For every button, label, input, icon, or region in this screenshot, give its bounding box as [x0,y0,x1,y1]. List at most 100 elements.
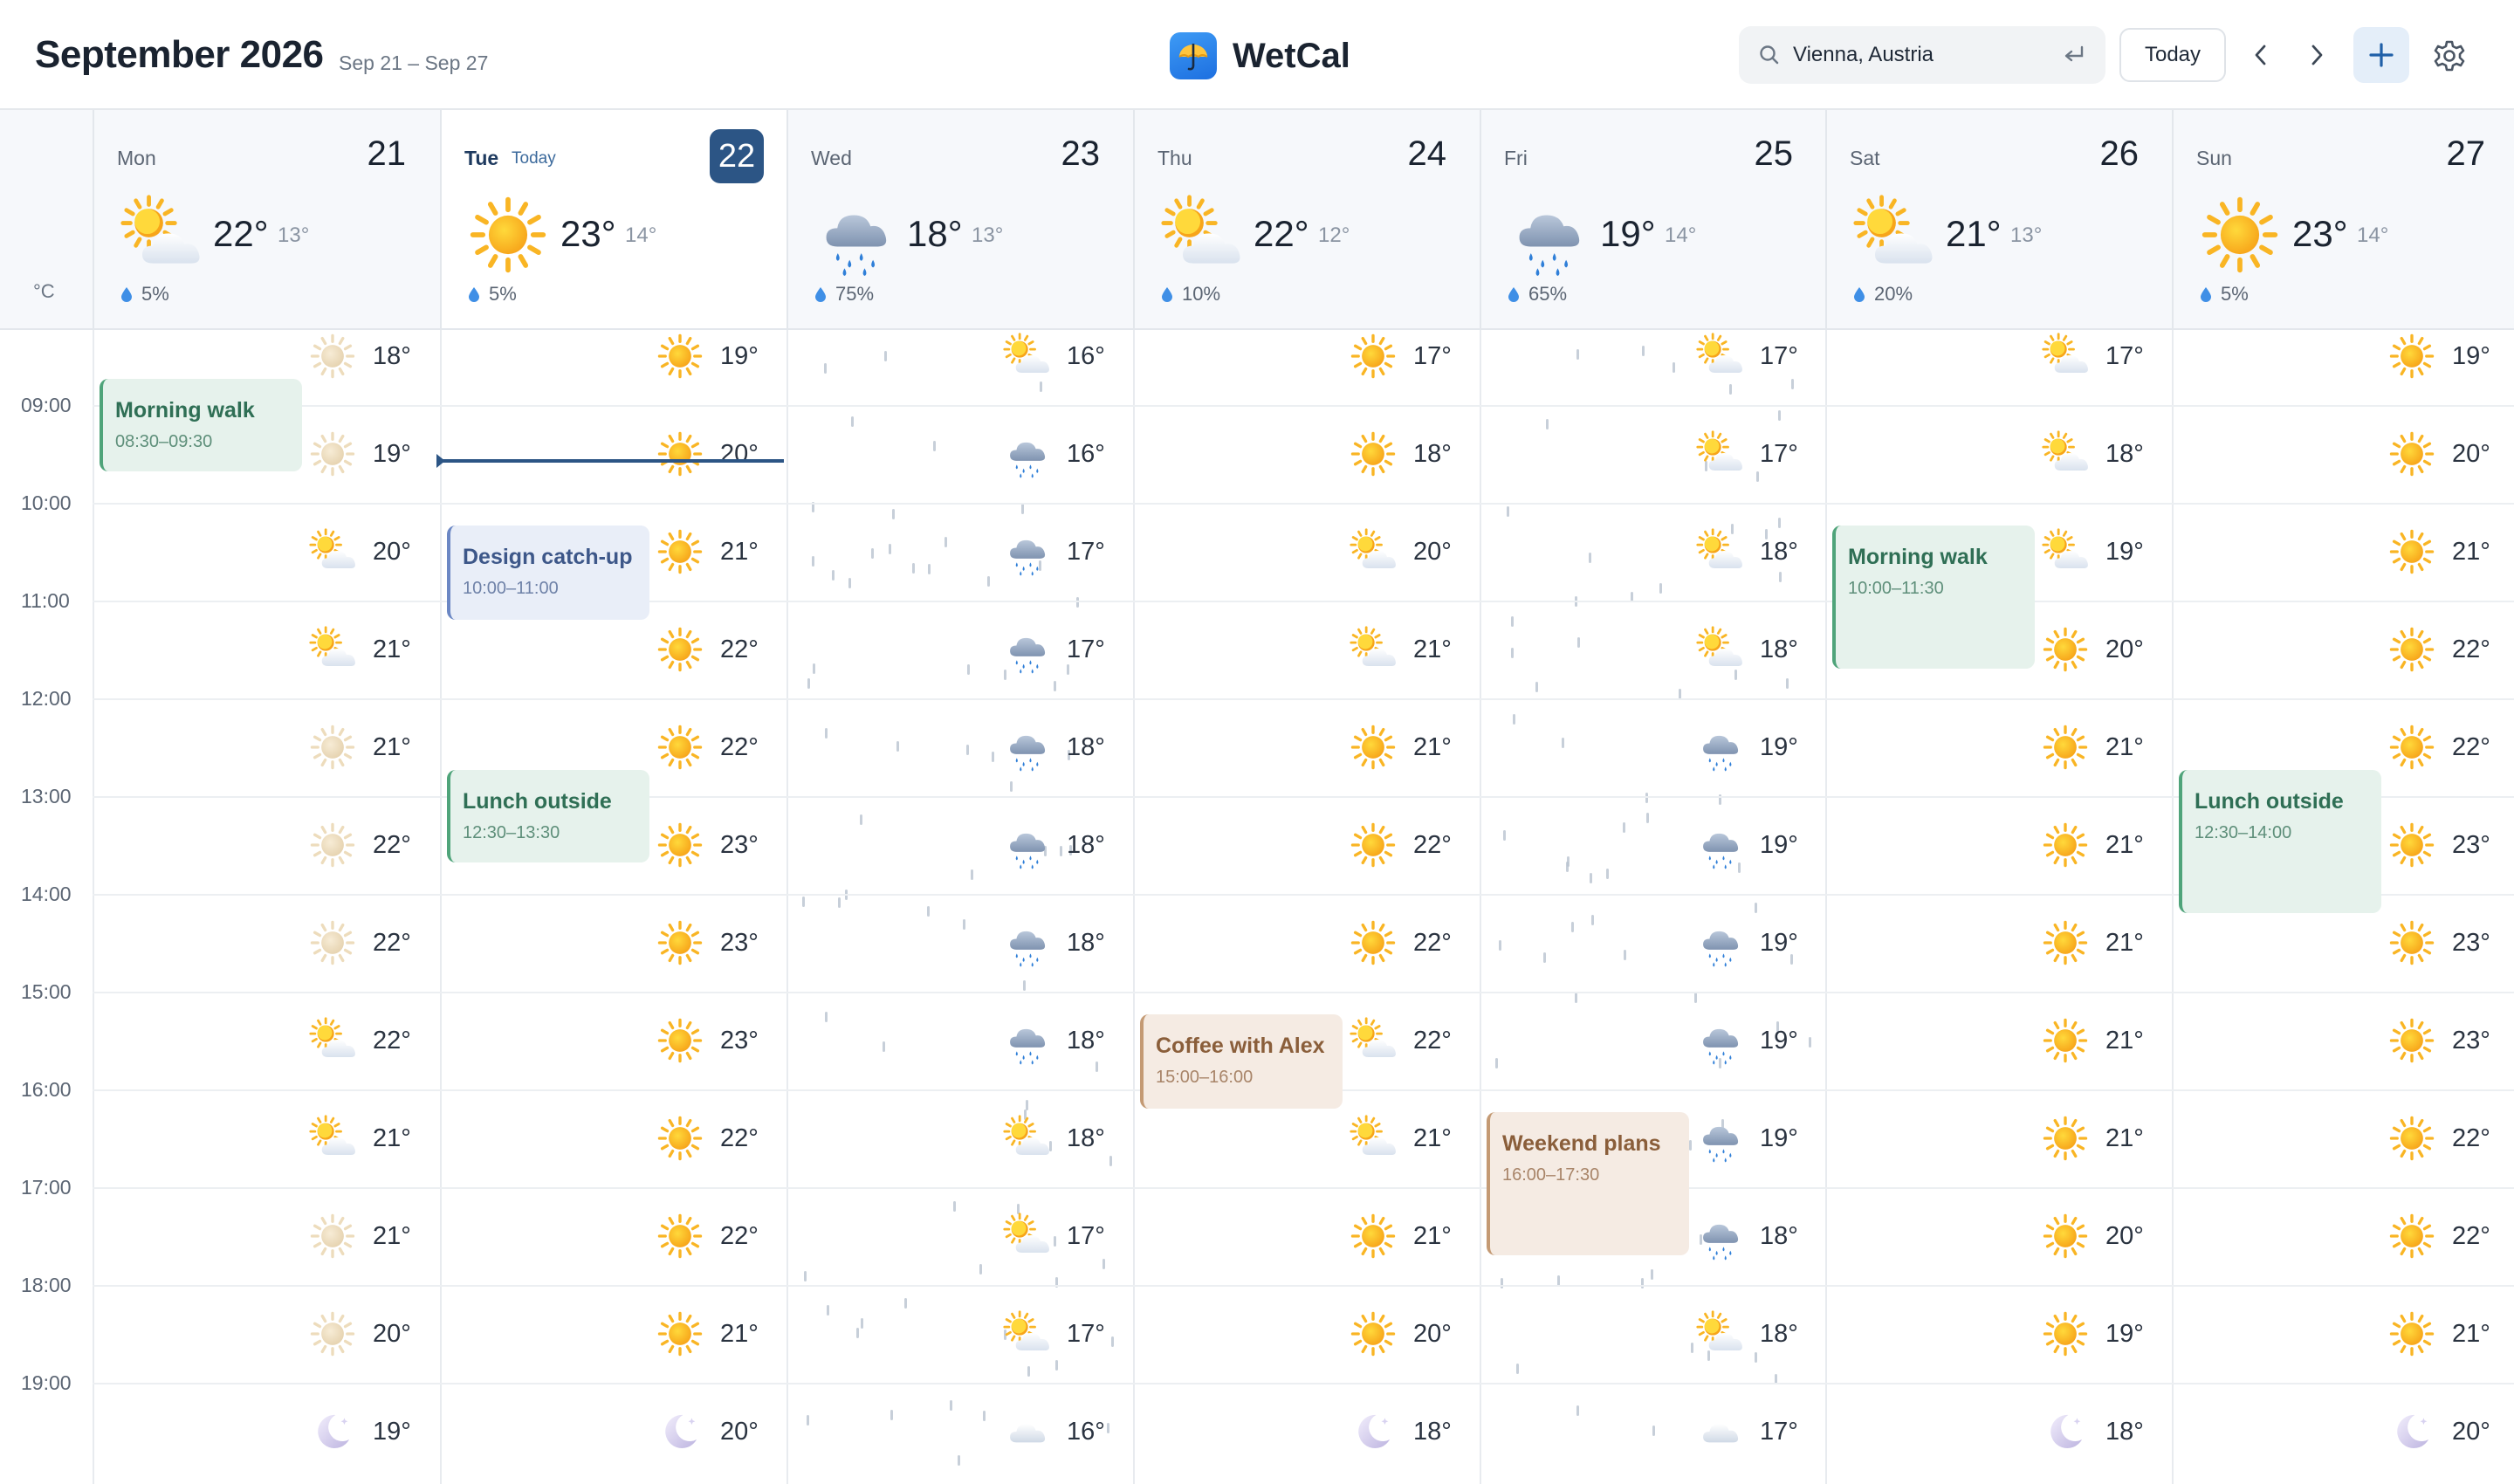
rain-streak [967,663,970,675]
hourly-temp: 21° [1413,732,1452,761]
rain-icon [1506,193,1590,277]
day-header-mon[interactable]: Mon 21 22° 13° 5% [93,110,439,328]
hourly-forecast: 21° [1328,1187,1459,1285]
raindrop-icon [469,287,479,302]
hourly-forecast: 22° [635,1089,766,1187]
hourly-temp: 22° [2452,1221,2490,1250]
hourly-forecast: 16° [981,405,1112,503]
rain-streak [807,678,811,690]
day-header-fri[interactable]: Fri 25 19° 14° 65% [1480,110,1826,328]
rain-streak [838,897,841,908]
sun-icon [2387,527,2436,576]
precip-value: 75% [835,283,875,305]
hourly-forecast: 21° [287,1089,418,1187]
next-week-button[interactable] [2292,30,2341,80]
hourly-forecast: 22° [1328,796,1459,894]
rain-streak [1511,648,1515,659]
calendar-event[interactable]: Morning walk 10:00–11:30 [1832,526,2035,669]
hourly-forecast: 21° [2020,698,2151,796]
hourly-forecast: 21° [635,503,766,601]
event-time: 10:00–11:00 [463,579,559,598]
hourly-forecast: 20° [287,503,418,601]
day-header-tue[interactable]: Tue Today 22 23° 14° 5% [440,110,786,328]
rain-icon [813,193,896,277]
today-button[interactable]: Today [2119,28,2226,82]
hourly-temp: 20° [2452,439,2490,468]
raindrop-icon [815,287,826,302]
precip-chance: 5% [468,283,517,306]
hourly-forecast: 18° [2020,1383,2151,1481]
hourly-temp: 18° [1760,537,1798,566]
calendar-event[interactable]: Weekend plans 16:00–17:30 [1487,1112,1689,1255]
enter-icon[interactable] [2062,44,2086,71]
hourly-forecast: 19° [2020,1285,2151,1383]
hourly-temp: 22° [1413,1026,1452,1055]
prev-week-button[interactable] [2236,30,2285,80]
calendar-event[interactable]: Coffee with Alex 15:00–16:00 [1140,1014,1343,1109]
settings-button[interactable] [2427,33,2472,79]
event-time: 16:00–17:30 [1502,1165,1600,1185]
hourly-temp: 22° [720,1123,759,1152]
hourly-forecast: 17° [1328,330,1459,405]
day-header-wed[interactable]: Wed 23 18° 13° 75% [786,110,1133,328]
hourly-temp: 20° [1413,1319,1452,1348]
hourly-forecast: 19° [287,405,418,503]
hourly-forecast: 17° [981,601,1112,698]
hourly-temp: 18° [1067,1026,1105,1055]
location-input[interactable] [1793,26,2055,84]
hourly-forecast: 20° [2366,405,2497,503]
hourly-forecast: 19° [1674,894,1805,992]
hourly-forecast: 22° [2366,1187,2497,1285]
calendar-event[interactable]: Design catch-up 10:00–11:00 [447,526,649,620]
hour-label: 09:00 [21,394,72,416]
low-temp: 13° [2010,223,2043,247]
hourly-temp: 18° [1413,439,1452,468]
day-name: Sat [1850,147,1880,169]
event-time: 15:00–16:00 [1156,1068,1254,1087]
location-search[interactable] [1739,26,2105,84]
hour-label: 16:00 [21,1078,72,1101]
rain-streak [813,663,816,674]
hourly-temp: 21° [2452,537,2490,566]
hourly-temp: 21° [720,537,759,566]
page-title: September 2026 [35,33,324,76]
rain-streak [958,1455,961,1467]
rain-icon [1695,1212,1744,1261]
rain-streak [1641,1277,1645,1288]
rain-streak [950,1399,953,1411]
rain-streak [896,740,900,752]
hourly-temp: 20° [373,537,411,566]
sun-icon [656,821,704,869]
hourly-forecast: 19° [1674,1089,1805,1187]
sun-icon [1349,1212,1398,1261]
sun-icon [656,1212,704,1261]
rain-streak [1605,869,1609,880]
current-time-line [442,459,784,463]
add-event-button[interactable] [2353,27,2409,83]
rain-streak [850,416,854,428]
hourly-temp: 21° [373,1221,411,1250]
day-header-thu[interactable]: Thu 24 22° 12° 10% [1133,110,1480,328]
hourly-temp: 20° [2452,1417,2490,1446]
rain-streak [890,1409,894,1420]
hourly-forecast: 17° [2020,330,2151,405]
sun-icon [1349,821,1398,869]
cloud-icon [1002,1407,1051,1456]
hourly-temp: 18° [2105,439,2144,468]
event-time: 12:30–13:30 [463,823,560,842]
event-title: Morning walk [115,398,255,423]
hourly-temp: 20° [2105,635,2144,663]
event-time: 08:30–09:30 [115,432,213,451]
hourly-forecast: 17° [1674,1383,1805,1481]
hourly-forecast: 22° [1328,894,1459,992]
sun-icon [308,918,357,967]
day-header-sun[interactable]: Sun 27 23° 14° 5% [2172,110,2514,328]
event-title: Design catch-up [463,545,633,569]
calendar-event[interactable]: Morning walk 08:30–09:30 [100,379,302,471]
calendar-event[interactable]: Lunch outside 12:30–13:30 [447,770,649,862]
calendar-event[interactable]: Lunch outside 12:30–14:00 [2179,770,2381,913]
hourly-forecast: 21° [2366,1285,2497,1383]
day-header-sat[interactable]: Sat 26 21° 13° 20% [1825,110,2172,328]
umbrella-logo-icon [1170,32,1217,79]
hour-label: 18:00 [21,1274,72,1296]
